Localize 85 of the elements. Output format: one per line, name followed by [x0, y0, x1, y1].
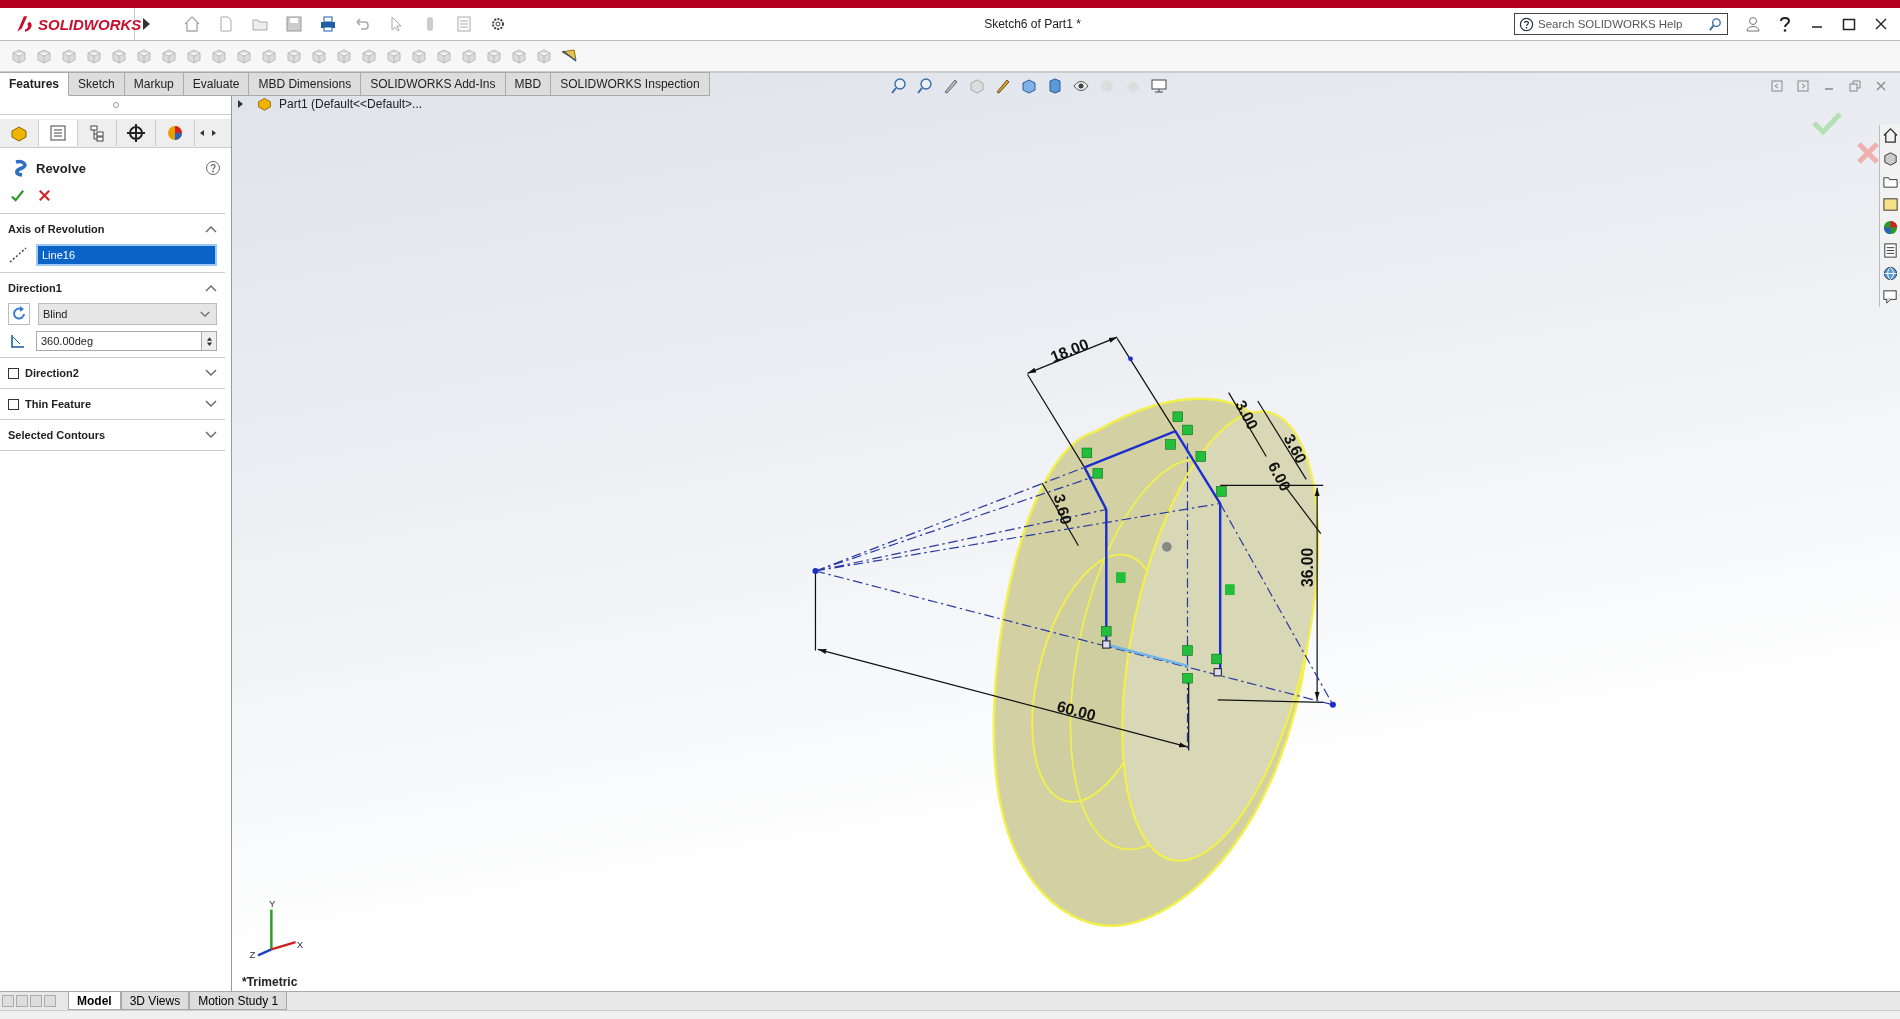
part-tree-item[interactable]: Part1 (Default<<Default>...	[279, 96, 423, 111]
command-tab[interactable]: Features	[0, 72, 70, 96]
chevron-icon[interactable]	[205, 369, 217, 377]
save-icon[interactable]	[285, 15, 303, 33]
globe-icon[interactable]	[1881, 265, 1899, 282]
command-tab[interactable]: MBD	[505, 72, 552, 96]
ruler-icon[interactable]	[560, 47, 578, 65]
end-condition-dropdown[interactable]: Blind	[38, 303, 217, 325]
angle-spin-field[interactable]: 360.00deg	[36, 331, 217, 351]
tab-scroll-icon[interactable]	[30, 995, 42, 1007]
tab-scroll-icon[interactable]	[44, 995, 56, 1007]
command-tab[interactable]: Sketch	[69, 72, 125, 96]
command-tab[interactable]: SOLIDWORKS Add-Ins	[361, 72, 506, 96]
dimension-label[interactable]: 3.00	[1232, 397, 1262, 433]
section-title: Direction1	[8, 282, 63, 294]
list-icon[interactable]	[1881, 242, 1899, 259]
window-title: Sketch6 of Part1 *	[984, 17, 1081, 31]
selection-field[interactable]: Line16	[36, 244, 217, 266]
undo-icon[interactable]	[353, 15, 371, 33]
expand-arrow-icon[interactable]	[141, 15, 151, 33]
help-icon[interactable]	[205, 160, 221, 176]
model-view-tab[interactable]: Motion Study 1	[189, 992, 288, 1010]
box-icon[interactable]	[1046, 77, 1064, 95]
reverse-direction-icon[interactable]	[8, 303, 30, 325]
ok-check-icon[interactable]	[10, 188, 25, 203]
cube-icon[interactable]	[1881, 150, 1899, 167]
color-ball-icon	[165, 123, 185, 143]
pencil-icon[interactable]	[942, 77, 960, 95]
feature-title: Revolve	[36, 160, 87, 176]
cancel-icon[interactable]	[37, 188, 52, 203]
tab-scroll-icon[interactable]	[2, 995, 14, 1007]
command-tab[interactable]: MBD Dimensions	[249, 72, 362, 96]
tab-scroll-icon[interactable]	[16, 995, 28, 1007]
new-document-icon[interactable]	[217, 15, 235, 33]
app-name: SOLIDWORKS	[38, 15, 142, 33]
chat-icon[interactable]	[1881, 288, 1899, 305]
command-tab[interactable]: SOLIDWORKS Inspection	[551, 72, 710, 96]
checkbox[interactable]	[8, 398, 19, 410]
section-title: Thin Feature	[25, 398, 92, 410]
property-manager-tab[interactable]	[39, 120, 78, 146]
settings-icon[interactable]	[489, 15, 507, 33]
dimension-label[interactable]: 36.00	[1298, 547, 1316, 587]
section-title: Axis of Revolution	[8, 223, 106, 235]
home-icon[interactable]	[1881, 127, 1899, 144]
color-wheel-icon[interactable]	[1881, 219, 1899, 236]
command-tab[interactable]: Evaluate	[183, 72, 250, 96]
caret-icon	[200, 310, 210, 318]
part-icon	[256, 95, 273, 112]
tree-icon	[87, 123, 107, 143]
restore-icon[interactable]	[1848, 79, 1862, 93]
command-tab[interactable]: Markup	[124, 72, 184, 96]
print-icon[interactable]	[319, 15, 337, 33]
search-bar[interactable]: Search SOLIDWORKS Help	[1514, 13, 1728, 35]
model-view-tab[interactable]: Model	[68, 992, 121, 1010]
checkbox[interactable]	[8, 367, 19, 379]
user-icon[interactable]	[1744, 15, 1762, 33]
axis-line-icon	[8, 245, 28, 265]
search-field[interactable]: Search SOLIDWORKS Help	[1538, 18, 1704, 30]
zoom-to-fit-icon[interactable]	[890, 77, 908, 95]
property-list-icon	[48, 123, 68, 143]
help-icon	[1519, 16, 1534, 32]
section-title: Selected Contours	[8, 429, 107, 441]
chevron-icon[interactable]	[205, 400, 217, 408]
crosshair-icon	[126, 123, 146, 143]
expand-arrow-icon[interactable]	[236, 98, 244, 109]
search-icon[interactable]	[1708, 16, 1723, 32]
tile-left-icon[interactable]	[1770, 79, 1784, 93]
cube-icon[interactable]	[1020, 77, 1038, 95]
monitor-icon[interactable]	[1150, 77, 1168, 95]
chevron-icon[interactable]	[205, 225, 217, 233]
window-icon[interactable]	[1881, 196, 1899, 213]
confirm-check-icon[interactable]	[1812, 111, 1842, 135]
view-orientation-label: *Trimetric	[242, 975, 298, 989]
dimension-label[interactable]: 3.60	[1050, 492, 1075, 527]
grip-icon[interactable]	[111, 101, 120, 109]
axis-triad-drawing: Y X Z	[249, 898, 304, 960]
chevron-icon[interactable]	[205, 284, 217, 292]
zoom-area-icon[interactable]	[916, 77, 934, 95]
dimension-label[interactable]: 60.00	[1055, 697, 1098, 724]
chevron-icon[interactable]	[205, 431, 217, 439]
dimension-label[interactable]: 18.00	[1047, 335, 1091, 366]
spin-arrows-icon[interactable]	[205, 335, 213, 347]
section-title: Direction2	[25, 367, 80, 379]
tile-right-icon[interactable]	[1796, 79, 1810, 93]
model-view-tab[interactable]: 3D Views	[120, 992, 190, 1010]
